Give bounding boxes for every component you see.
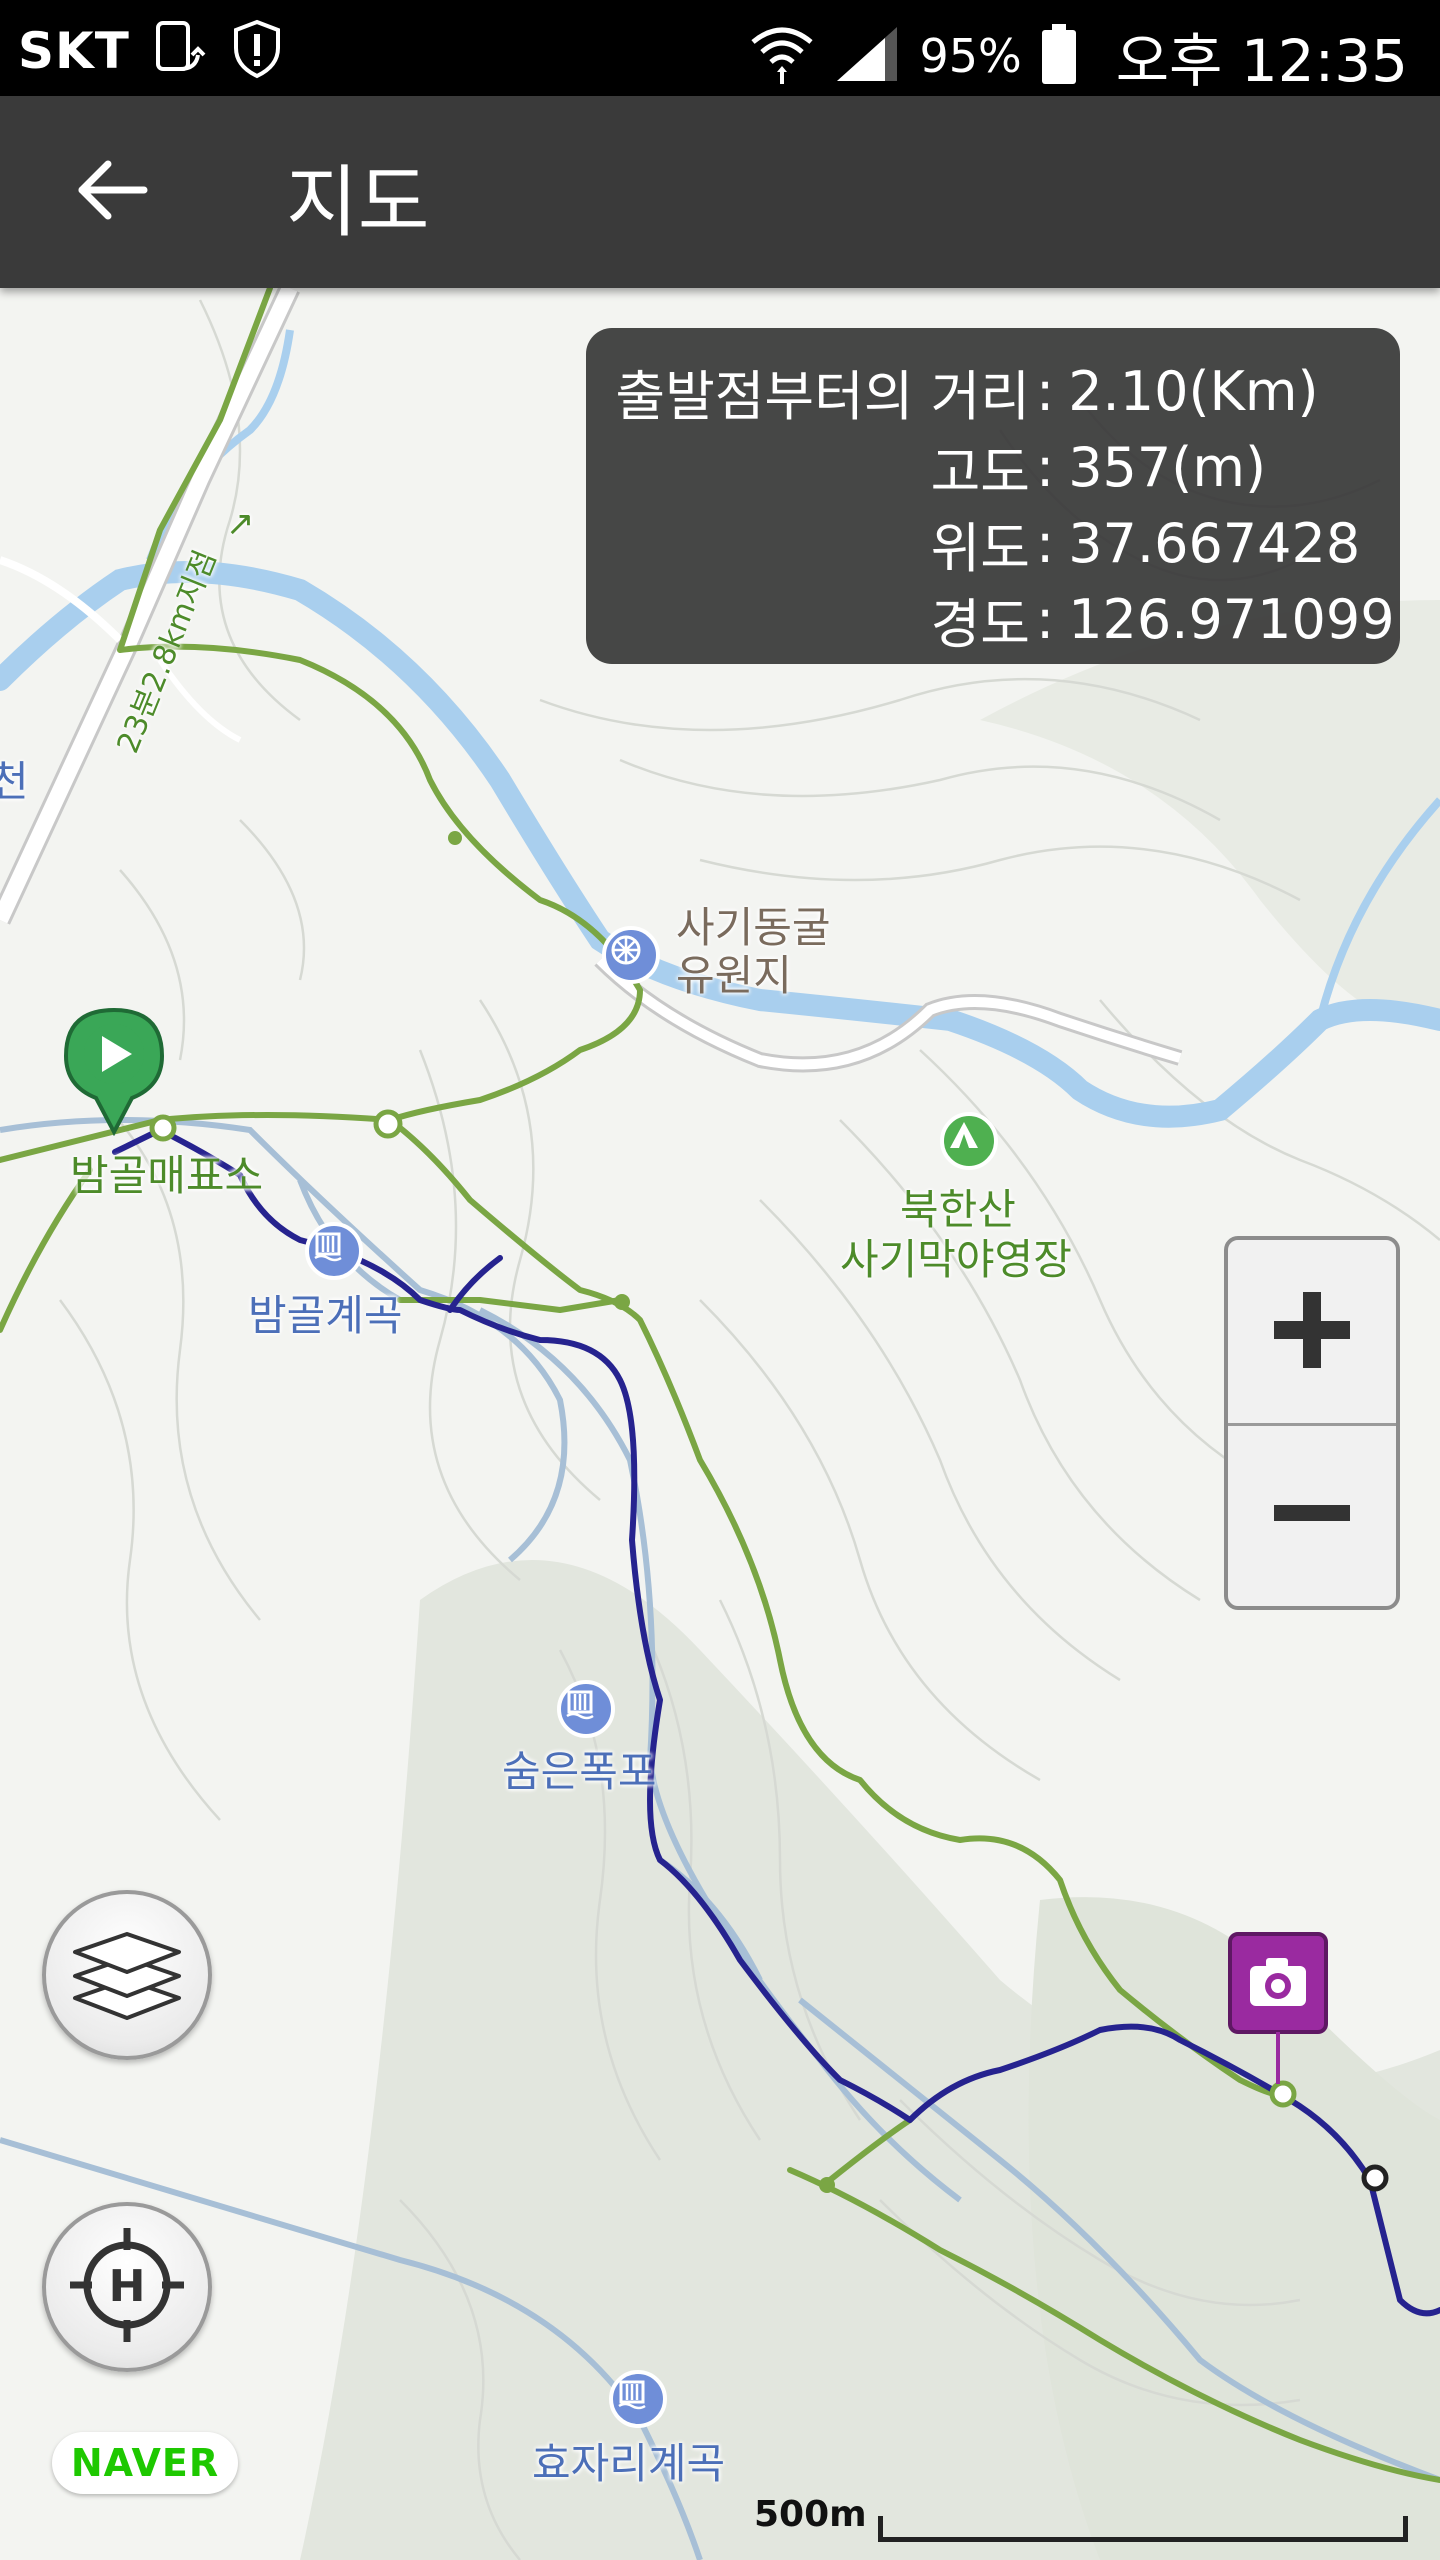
page-title: 지도 [286, 158, 430, 248]
info-value: 2.10(Km) [1068, 360, 1319, 423]
label-hidden-falls: 숨은폭포 [502, 1747, 657, 1796]
info-row-distance: 출발점부터의 거리:2.10(Km) [604, 352, 1319, 431]
road-arrow-glyph: ↗ [226, 504, 255, 544]
device-sync-icon [152, 19, 208, 83]
back-button[interactable] [56, 146, 166, 238]
waterfall-icon[interactable] [305, 1222, 363, 1280]
amusement-park-icon[interactable] [602, 926, 660, 984]
play-pin-icon [63, 1007, 165, 1136]
info-label: 출발점부터의 거리 [615, 365, 1030, 428]
photo-marker[interactable] [1228, 1932, 1328, 2092]
signal-icon [833, 23, 901, 89]
info-separator: : [1036, 436, 1055, 499]
alert-shield-icon [230, 18, 284, 84]
arrow-left-icon [74, 158, 148, 226]
label-hyojari-valley: 효자리계곡 [532, 2439, 726, 2488]
info-row-altitude: 고도:357(m) [604, 428, 1266, 507]
zoom-in-button[interactable] [1228, 1240, 1396, 1426]
scale-line [878, 2516, 1408, 2542]
waterfall-icon[interactable] [609, 2370, 667, 2428]
info-separator: : [1036, 512, 1055, 575]
zoom-out-button[interactable] [1228, 1423, 1396, 1606]
waterfall-icon[interactable] [557, 1680, 615, 1738]
crosshair-h-icon: H [62, 2220, 192, 2354]
info-separator: : [1036, 588, 1055, 651]
my-location-button[interactable]: H [42, 2202, 212, 2372]
clock: 오후 12:35 [1115, 27, 1408, 95]
info-value: 357(m) [1068, 436, 1267, 499]
info-label: 경도 [930, 593, 1030, 656]
start-marker[interactable] [62, 1006, 166, 1136]
info-value: 126.971099 [1068, 588, 1395, 651]
poi-label-sagi-cave-text: 사기동굴 유원지 [676, 903, 831, 1000]
label-bamgol-ticket-office: 밤골매표소 [70, 1151, 264, 1200]
info-row-latitude: 위도:37.667428 [604, 504, 1361, 583]
poi-label-camp-line2: 사기막야영장 [840, 1235, 1072, 1284]
track-info-panel: 출발점부터의 거리:2.10(Km) 고도:357(m) 위도:37.66742… [586, 328, 1400, 664]
camera-icon [1228, 1932, 1328, 2084]
label-bamgol-valley: 밤골계곡 [248, 1291, 403, 1340]
plus-icon [1270, 1288, 1354, 1376]
wifi-icon [749, 22, 815, 90]
info-label: 위도 [930, 517, 1030, 580]
zoom-control [1224, 1236, 1400, 1610]
scale-label: 500m [754, 2494, 867, 2535]
battery-percent: 95% [919, 29, 1022, 83]
layers-icon [67, 1918, 187, 2032]
poi-label-camp-line1: 북한산 [900, 1185, 1016, 1234]
minus-icon [1270, 1471, 1354, 1559]
info-row-longitude: 경도:126.971099 [604, 580, 1395, 659]
info-value: 37.667428 [1068, 512, 1361, 575]
status-bar: SKT 95% 오후 12:35 [0, 0, 1440, 96]
status-left: SKT [18, 18, 284, 84]
edge-place-fragment: 천 [0, 757, 29, 806]
battery-icon [1040, 22, 1078, 90]
app-bar: 지도 [0, 96, 1440, 288]
carrier-name: SKT [18, 22, 130, 80]
poi-label-sagi-cave: 사기동굴 유원지 [676, 904, 831, 1000]
info-label: 고도 [930, 441, 1030, 504]
layers-button[interactable] [42, 1890, 212, 2060]
campsite-icon[interactable] [940, 1112, 998, 1170]
status-right: 95% 오후 12:35 [749, 14, 1408, 98]
svg-text:H: H [109, 2261, 146, 2312]
map-provider-logo[interactable]: NAVER [52, 2432, 238, 2494]
info-separator: : [1036, 360, 1055, 423]
